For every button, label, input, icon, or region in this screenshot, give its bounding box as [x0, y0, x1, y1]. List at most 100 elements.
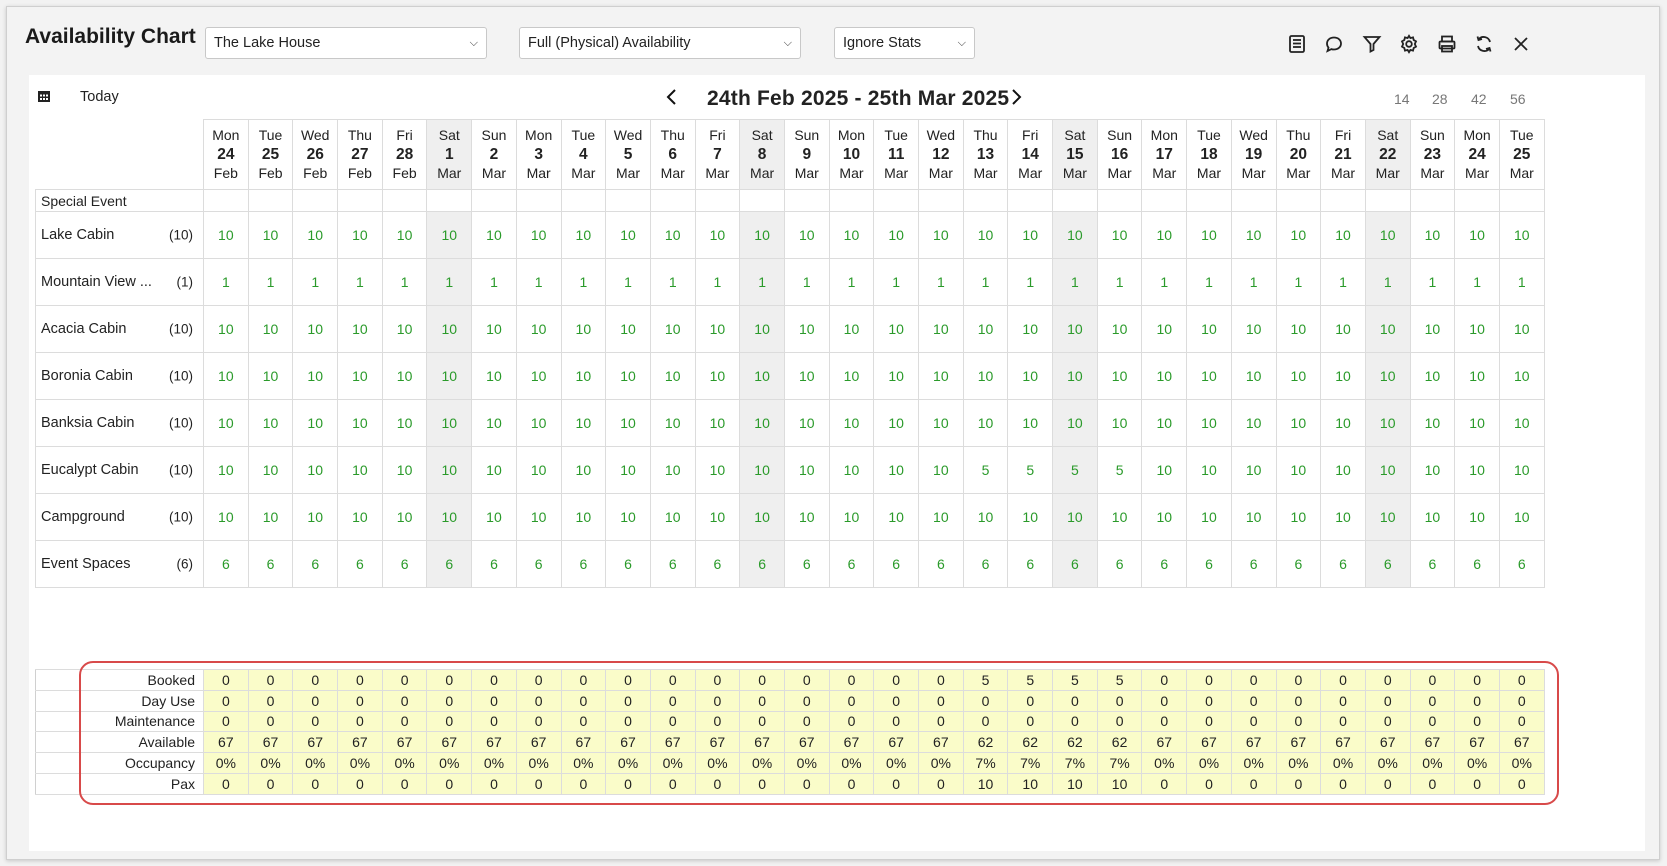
availability-cell[interactable]: 10: [1454, 399, 1500, 447]
availability-cell[interactable]: 10: [1186, 399, 1232, 447]
zoom-option-42[interactable]: 42: [1471, 91, 1487, 107]
availability-cell[interactable]: 1: [739, 258, 785, 306]
day-header[interactable]: Wed 26 Feb: [292, 119, 339, 190]
availability-cell[interactable]: 10: [1007, 493, 1054, 541]
availability-cell[interactable]: 10: [783, 352, 830, 400]
availability-cell[interactable]: 6: [828, 540, 875, 588]
availability-cell[interactable]: 6: [247, 540, 294, 588]
availability-cell[interactable]: 6: [292, 540, 339, 588]
day-header[interactable]: Tue 11 Mar: [873, 119, 919, 190]
special-event-cell[interactable]: [426, 189, 473, 212]
availability-cell[interactable]: 10: [337, 446, 383, 494]
availability-cell[interactable]: 10: [1052, 399, 1098, 447]
availability-cell[interactable]: 10: [515, 305, 562, 353]
availability-cell[interactable]: 10: [1364, 352, 1411, 400]
availability-cell[interactable]: 10: [426, 446, 473, 494]
availability-cell[interactable]: 10: [203, 352, 249, 400]
availability-cell[interactable]: 6: [203, 540, 249, 588]
availability-cell[interactable]: 10: [739, 305, 785, 353]
availability-cell[interactable]: 10: [515, 211, 562, 259]
room-type-label[interactable]: Campground (10): [35, 493, 204, 541]
day-header[interactable]: Fri 14 Mar: [1007, 119, 1054, 190]
availability-cell[interactable]: 10: [1141, 211, 1188, 259]
availability-cell[interactable]: 10: [605, 446, 651, 494]
refresh-icon[interactable]: [1471, 31, 1497, 57]
availability-cell[interactable]: 10: [783, 211, 830, 259]
availability-cell[interactable]: 6: [1096, 540, 1143, 588]
availability-cell[interactable]: 6: [515, 540, 562, 588]
special-event-cell[interactable]: [739, 189, 785, 212]
availability-cell[interactable]: 10: [1275, 493, 1322, 541]
availability-cell[interactable]: 10: [1275, 399, 1322, 447]
availability-cell[interactable]: 6: [1364, 540, 1411, 588]
availability-cell[interactable]: 10: [918, 211, 964, 259]
availability-cell[interactable]: 10: [292, 211, 339, 259]
availability-cell[interactable]: 10: [1141, 305, 1188, 353]
availability-cell[interactable]: 10: [1007, 352, 1054, 400]
availability-cell[interactable]: 10: [337, 211, 383, 259]
availability-cell[interactable]: 10: [381, 352, 428, 400]
availability-cell[interactable]: 10: [649, 305, 696, 353]
availability-cell[interactable]: 6: [1186, 540, 1232, 588]
availability-cell[interactable]: 10: [247, 493, 294, 541]
availability-cell[interactable]: 10: [828, 211, 875, 259]
availability-cell[interactable]: 10: [1498, 352, 1545, 400]
special-event-cell[interactable]: [828, 189, 875, 212]
availability-cell[interactable]: 1: [1230, 258, 1277, 306]
availability-cell[interactable]: 10: [828, 399, 875, 447]
availability-cell[interactable]: 10: [1186, 305, 1232, 353]
availability-cell[interactable]: 10: [1275, 352, 1322, 400]
stats-select[interactable]: Ignore Stats ⌵: [834, 27, 975, 59]
availability-cell[interactable]: 10: [1230, 446, 1277, 494]
availability-cell[interactable]: 10: [694, 399, 741, 447]
availability-cell[interactable]: 10: [1275, 211, 1322, 259]
gear-icon[interactable]: [1396, 31, 1422, 57]
comment-icon[interactable]: [1321, 31, 1347, 57]
day-header[interactable]: Sat 15 Mar: [1052, 119, 1098, 190]
availability-cell[interactable]: 1: [203, 258, 249, 306]
special-event-cell[interactable]: [560, 189, 607, 212]
day-header[interactable]: Sun 9 Mar: [783, 119, 830, 190]
availability-cell[interactable]: 10: [560, 305, 607, 353]
special-event-cell[interactable]: [1275, 189, 1322, 212]
availability-cell[interactable]: 10: [873, 399, 919, 447]
special-event-cell[interactable]: [515, 189, 562, 212]
day-header[interactable]: Wed 12 Mar: [918, 119, 964, 190]
availability-cell[interactable]: 10: [292, 493, 339, 541]
availability-cell[interactable]: 1: [337, 258, 383, 306]
availability-cell[interactable]: 10: [739, 493, 785, 541]
day-header[interactable]: Tue 25 Feb: [247, 119, 294, 190]
availability-cell[interactable]: 10: [873, 446, 919, 494]
availability-cell[interactable]: 10: [426, 493, 473, 541]
availability-cell[interactable]: 10: [962, 211, 1009, 259]
zoom-option-14[interactable]: 14: [1394, 91, 1410, 107]
availability-cell[interactable]: 10: [1230, 493, 1277, 541]
availability-cell[interactable]: 1: [426, 258, 473, 306]
availability-cell[interactable]: 10: [1320, 446, 1366, 494]
availability-cell[interactable]: 10: [873, 493, 919, 541]
availability-cell[interactable]: 6: [1275, 540, 1322, 588]
availability-cell[interactable]: 6: [739, 540, 785, 588]
availability-cell[interactable]: 10: [560, 352, 607, 400]
availability-cell[interactable]: 10: [1409, 446, 1456, 494]
availability-cell[interactable]: 1: [694, 258, 741, 306]
availability-cell[interactable]: 10: [962, 352, 1009, 400]
availability-cell[interactable]: 10: [1052, 493, 1098, 541]
availability-cell[interactable]: 5: [1007, 446, 1054, 494]
availability-cell[interactable]: 10: [337, 305, 383, 353]
special-event-cell[interactable]: [873, 189, 919, 212]
availability-cell[interactable]: 10: [605, 493, 651, 541]
availability-cell[interactable]: 10: [918, 305, 964, 353]
day-header[interactable]: Thu 6 Mar: [649, 119, 696, 190]
availability-cell[interactable]: 6: [1007, 540, 1054, 588]
availability-cell[interactable]: 10: [783, 305, 830, 353]
availability-cell[interactable]: 10: [649, 399, 696, 447]
availability-cell[interactable]: 10: [1096, 211, 1143, 259]
availability-cell[interactable]: 10: [962, 493, 1009, 541]
availability-cell[interactable]: 10: [426, 352, 473, 400]
special-event-cell[interactable]: [649, 189, 696, 212]
availability-cell[interactable]: 10: [1096, 493, 1143, 541]
special-event-cell[interactable]: [471, 189, 517, 212]
room-type-label[interactable]: Banksia Cabin (10): [35, 399, 204, 447]
availability-cell[interactable]: 10: [1186, 211, 1232, 259]
